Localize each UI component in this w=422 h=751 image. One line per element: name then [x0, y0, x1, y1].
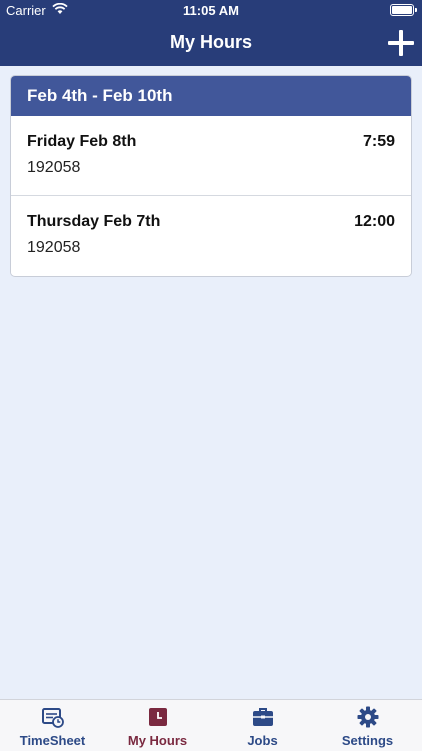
timesheet-icon	[42, 708, 64, 728]
clock-icon	[149, 708, 167, 726]
tab-settings[interactable]: Settings	[315, 700, 420, 751]
entry-hours: 12:00	[354, 213, 395, 230]
tab-label: Settings	[341, 733, 394, 748]
tab-label: Jobs	[247, 733, 278, 748]
status-time: 11:05 AM	[183, 3, 239, 18]
tab-jobs[interactable]: Jobs	[210, 700, 315, 751]
gear-icon	[357, 706, 379, 728]
add-entry-button[interactable]	[388, 30, 414, 56]
status-bar: Carrier 11:05 AM	[0, 0, 422, 22]
entry-day: Thursday Feb 7th	[27, 213, 161, 230]
week-range-header: Feb 4th - Feb 10th	[11, 76, 411, 116]
tab-my-hours[interactable]: My Hours	[105, 700, 210, 751]
entry-job-number: 192058	[27, 239, 81, 256]
tab-label: TimeSheet	[19, 733, 86, 748]
entry-job-number: 192058	[27, 159, 81, 176]
entry-day: Friday Feb 8th	[27, 133, 137, 150]
tab-label: My Hours	[127, 733, 188, 748]
entry-hours: 7:59	[362, 133, 395, 150]
battery-icon	[390, 4, 417, 16]
week-card: Feb 4th - Feb 10th Friday Feb 8th 7:59 1…	[10, 75, 412, 277]
briefcase-icon	[253, 708, 273, 726]
tab-bar: TimeSheet My Hours Jobs Settings	[0, 699, 422, 751]
tab-timesheet[interactable]: TimeSheet	[0, 700, 105, 751]
page-title: My Hours	[169, 32, 252, 52]
list-item[interactable]: Thursday Feb 7th 12:00 192058	[11, 196, 411, 275]
nav-bar: Carrier 11:05 AM My Hours	[0, 0, 422, 66]
list-item[interactable]: Friday Feb 8th 7:59 192058	[11, 116, 411, 196]
